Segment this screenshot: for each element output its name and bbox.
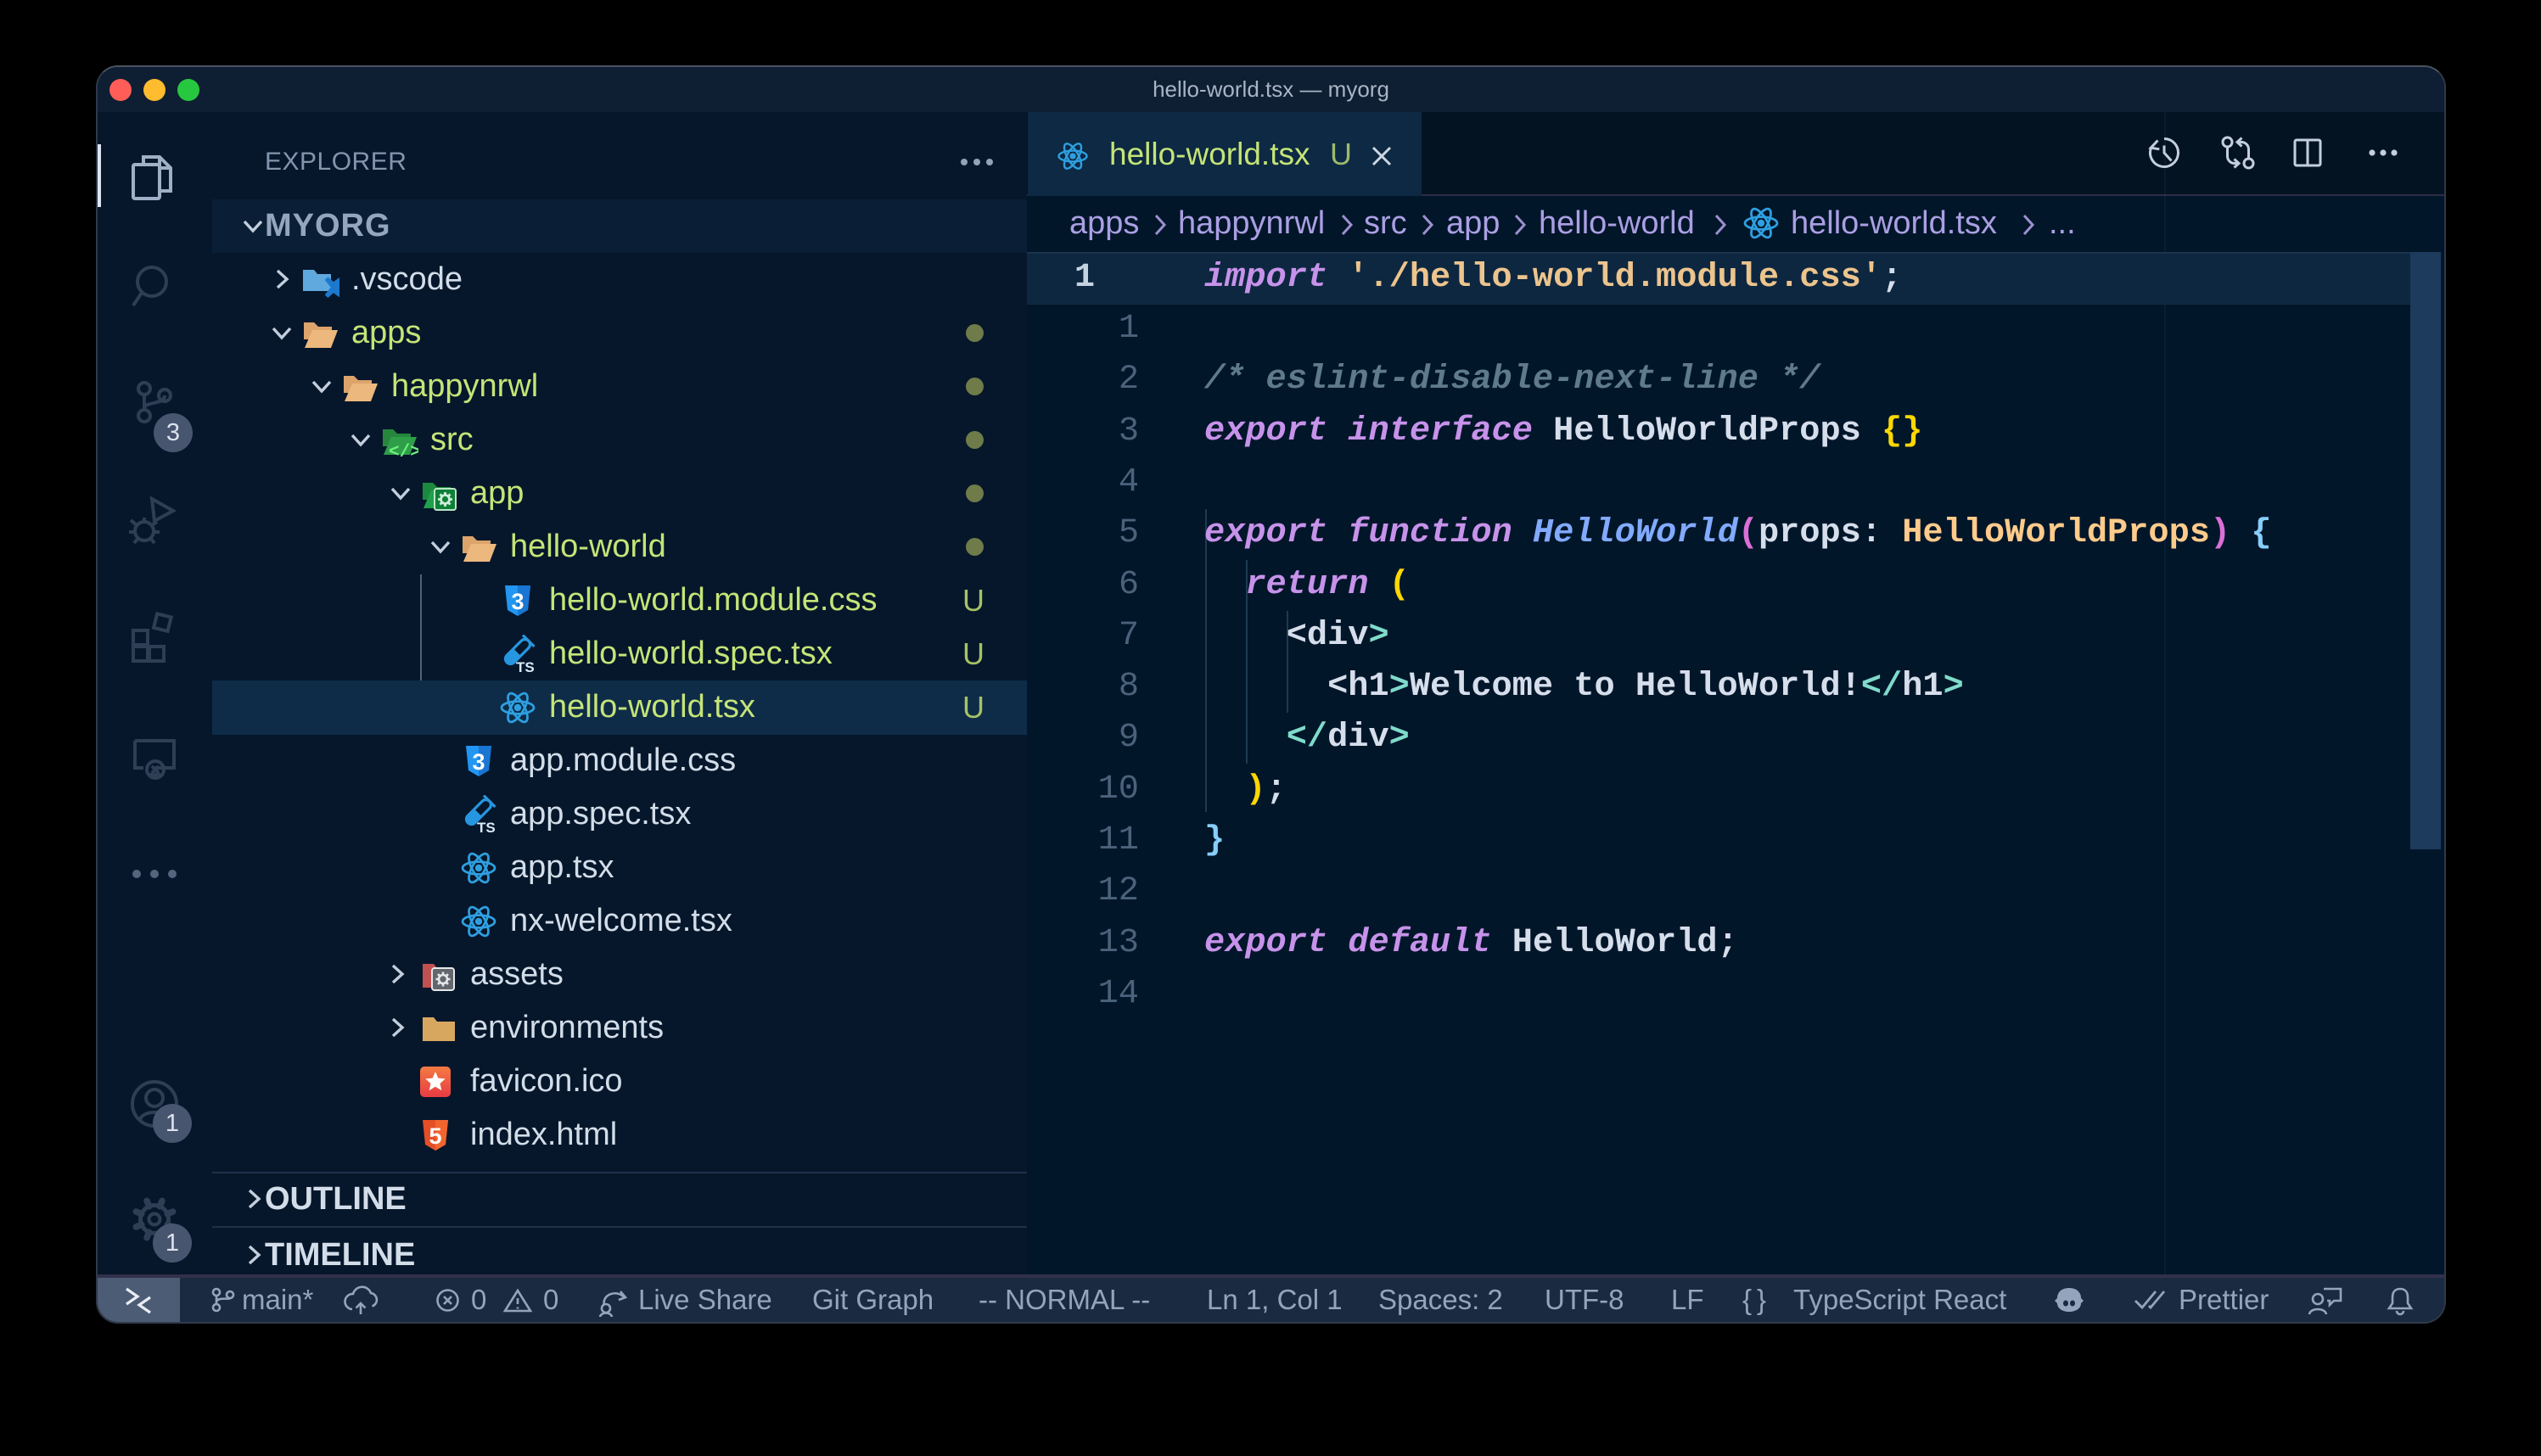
svg-text:5: 5 — [429, 1123, 441, 1149]
svg-text:TS: TS — [477, 820, 496, 834]
svg-text:3: 3 — [472, 749, 485, 775]
svg-text:TS: TS — [516, 659, 535, 674]
svg-text:</>: </> — [389, 443, 418, 460]
svg-text:3: 3 — [511, 589, 524, 614]
